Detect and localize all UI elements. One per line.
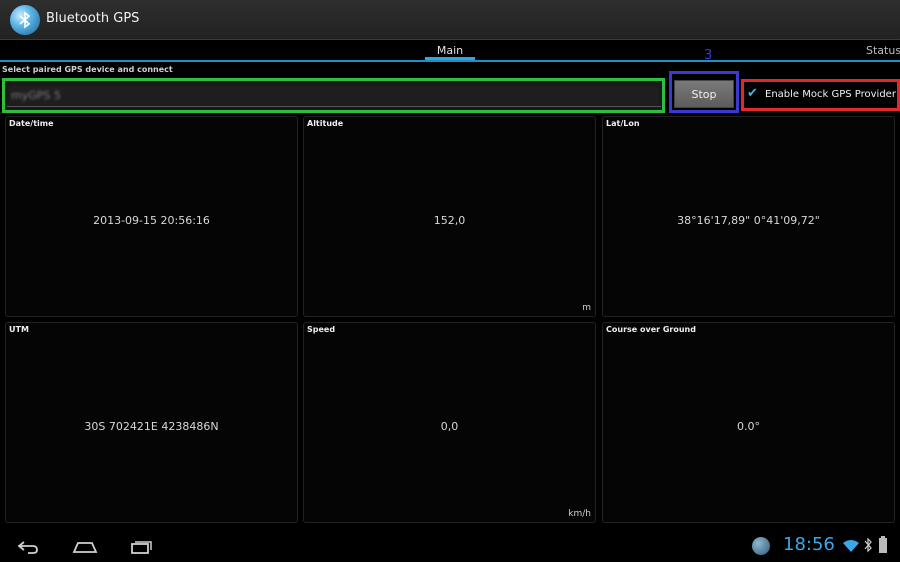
system-bar: 18:56 <box>0 530 900 562</box>
app-logo-icon <box>10 5 40 35</box>
device-input[interactable] <box>9 85 659 106</box>
tile-value: 152,0 <box>433 214 466 227</box>
tile-value: 30S 702421E 4238486N <box>84 420 219 433</box>
tab-status[interactable]: Status <box>866 44 900 57</box>
app-title: Bluetooth GPS <box>46 11 140 26</box>
tile-value: 2013-09-15 20:56:16 <box>93 214 210 227</box>
tile-datetime: Date/time 2013-09-15 20:56:16 <box>5 116 298 317</box>
tile-label: Speed <box>307 325 336 334</box>
bluetooth-icon <box>864 537 872 557</box>
tile-course: Course over Ground 0.0° <box>602 322 895 523</box>
checkbox-checked-icon[interactable]: ✔ <box>747 87 761 101</box>
tile-value: 38°16'17,89" 0°41'09,72" <box>677 214 820 227</box>
tile-unit: km/h <box>568 509 591 519</box>
tile-latlon: Lat/Lon 38°16'17,89" 0°41'09,72" <box>602 116 895 317</box>
device-field-frame <box>2 78 665 113</box>
mock-provider-frame[interactable]: ✔ Enable Mock GPS Provider <box>741 79 900 111</box>
tab-main[interactable]: Main <box>425 44 475 57</box>
tab-main-indicator <box>425 57 475 60</box>
tile-label: Altitude <box>307 119 344 128</box>
app-notification-icon <box>752 537 770 555</box>
battery-icon <box>878 536 888 558</box>
recent-apps-icon[interactable] <box>130 539 154 559</box>
mock-provider-label[interactable]: Enable Mock GPS Provider <box>765 89 896 100</box>
tile-speed: Speed 0,0 km/h <box>303 322 596 523</box>
tile-value: 0,0 <box>440 420 459 433</box>
wifi-icon <box>842 538 860 557</box>
tile-utm: UTM 30S 702421E 4238486N <box>5 322 298 523</box>
action-bar: Bluetooth GPS <box>0 0 900 40</box>
device-input-underline <box>7 106 661 107</box>
clock: 18:56 <box>783 534 835 555</box>
back-icon[interactable] <box>16 539 40 559</box>
stop-button[interactable]: Stop <box>674 80 734 108</box>
tile-label: Lat/Lon <box>606 119 640 128</box>
tile-value: 0.0° <box>737 420 760 433</box>
tile-label: UTM <box>9 325 29 334</box>
tile-label: Date/time <box>9 119 54 128</box>
annotation-3: 3 <box>704 48 713 63</box>
tile-unit: m <box>582 303 591 313</box>
tile-altitude: Altitude 152,0 m <box>303 116 596 317</box>
tab-bar: Main Status <box>0 40 900 62</box>
tile-label: Course over Ground <box>606 325 696 334</box>
home-icon[interactable] <box>72 539 98 558</box>
stop-button-frame: Stop <box>669 71 739 113</box>
device-prompt: Select paired GPS device and connect <box>2 65 173 74</box>
